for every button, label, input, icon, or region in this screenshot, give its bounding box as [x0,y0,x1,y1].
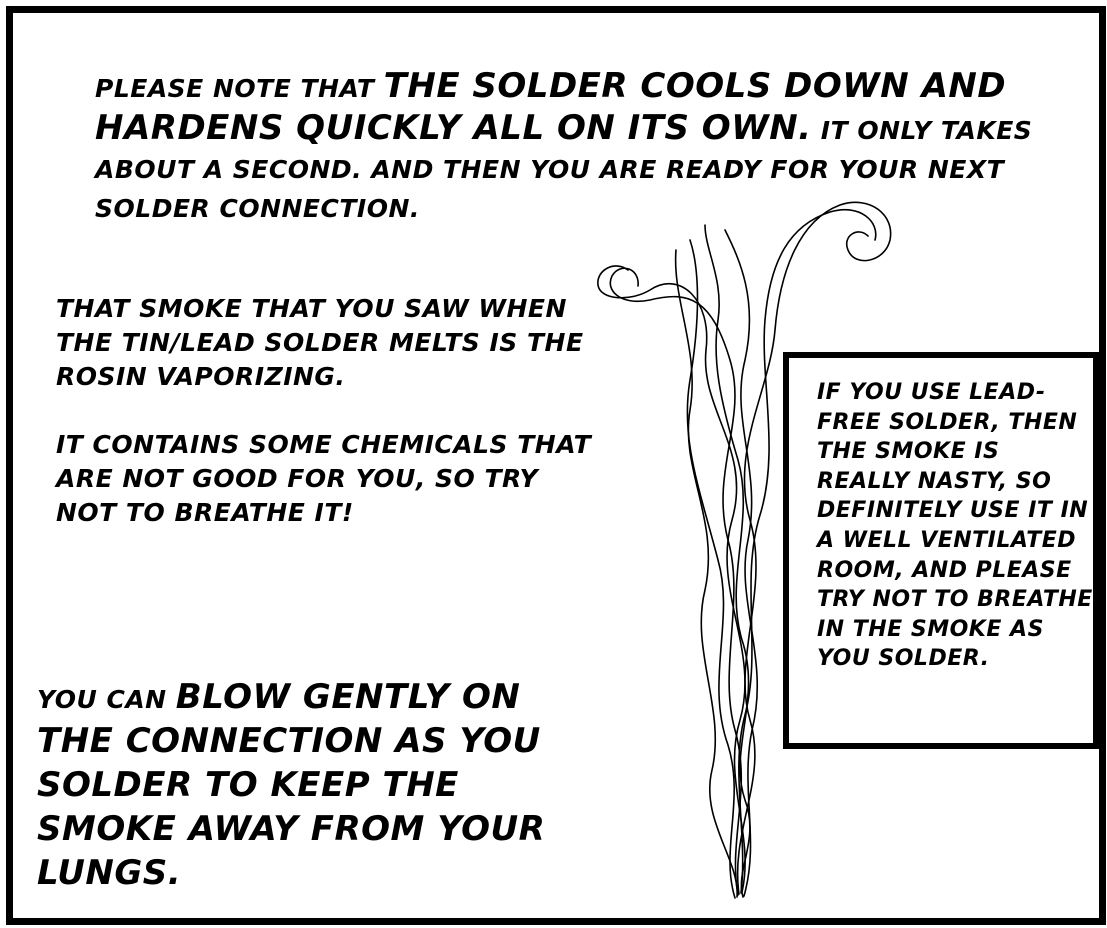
solder-cooling-caption: PLEASE NOTE THAT THE SOLDER COOLS DOWN A… [95,68,1085,230]
blow-gently-caption: YOU CAN BLOW GENTLY ON THE CONNECTION AS… [37,678,577,898]
chemicals-warning-paragraph: IT CONTAINS SOME CHEMICALS THAT ARE NOT … [56,430,592,527]
smoke-wisp [597,265,746,893]
caption-lead-text: PLEASE NOTE THAT [95,74,384,103]
lead-free-warning-box: IF YOU USE LEAD-FREE SOLDER, THEN THE SM… [783,352,1099,749]
caption-lead-text: YOU CAN [37,685,176,714]
lead-free-warning-text: IF YOU USE LEAD-FREE SOLDER, THEN THE SM… [817,380,1093,672]
rosin-smoke-caption: THAT SMOKE THAT YOU SAW WHEN THE TIN/LEA… [56,292,596,530]
rosin-smoke-paragraph: THAT SMOKE THAT YOU SAW WHEN THE TIN/LEA… [56,294,584,391]
